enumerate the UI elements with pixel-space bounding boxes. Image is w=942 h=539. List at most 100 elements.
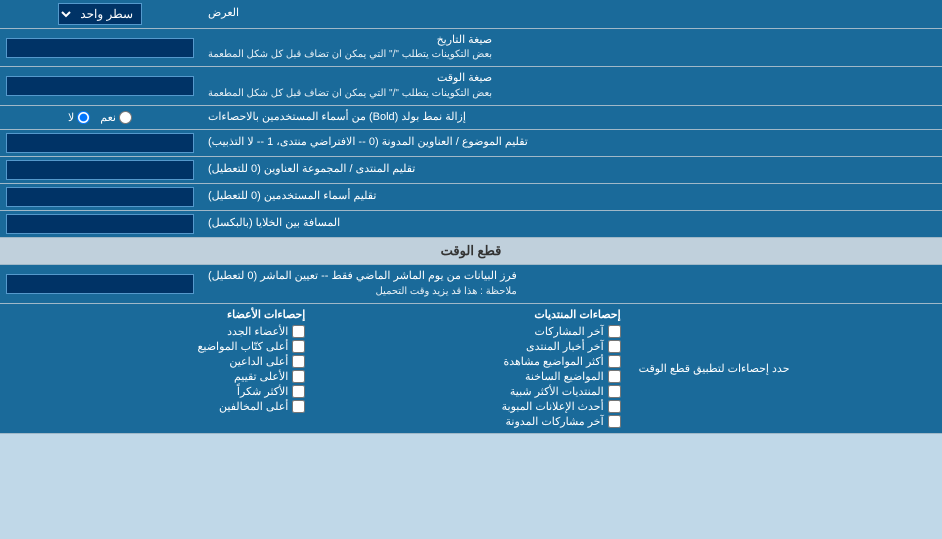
checkbox-most-viewed-input[interactable] [608,355,621,368]
checkbox-top-rated[interactable]: الأعلى تقييم [10,369,305,384]
checkbox-top-writers-input[interactable] [292,340,305,353]
cell-spacing-row: المسافة بين الخلايا (بالبكسل) 2 [0,211,942,238]
topics-order-text: تقليم الموضوع / العناوين المدونة (0 -- ا… [208,135,528,150]
checkbox-new-members[interactable]: الأعضاء الجدد [10,324,305,339]
users-trim-input[interactable]: 0 [0,184,200,210]
topics-order-row: تقليم الموضوع / العناوين المدونة (0 -- ا… [0,130,942,157]
checkbox-similar-forums-input[interactable] [608,385,621,398]
cutoff-filter-note: ملاحظة : هذا قد يزيد وقت التحميل [208,285,517,299]
cell-spacing-label: المسافة بين الخلايا (بالبكسل) [200,211,942,237]
checkbox-top-violators[interactable]: أعلى المخالفين [10,399,305,414]
checkbox-top-writers-label: أعلى كتّاب المواضيع [198,340,289,353]
checkboxes-col1: إحصاءات المنتديات آخر المشاركات آخر أخبا… [315,304,630,433]
checkbox-hot-topics-label: المواضيع الساخنة [525,370,604,383]
time-format-row: صيغة الوقت بعض التكوينات يتطلب "/" التي … [0,67,942,105]
checkbox-top-inviters[interactable]: أعلى الداعين [10,354,305,369]
checkbox-top-violators-input[interactable] [292,400,305,413]
checkboxes-section: حدد إحصاءات لتطبيق قطع الوقت إحصاءات الم… [0,304,942,434]
forum-order-input[interactable]: 33 [0,157,200,183]
bold-radio-group: نعم لا [0,106,200,129]
checkbox-blog-posts[interactable]: آخر مشاركات المدونة [325,414,620,429]
checkbox-top-rated-input[interactable] [292,370,305,383]
cell-spacing-input[interactable]: 2 [0,211,200,237]
date-format-field[interactable]: d-m [6,38,194,58]
checkbox-last-posts[interactable]: آخر المشاركات [325,324,620,339]
date-format-row: صيغة التاريخ بعض التكوينات يتطلب "/" الت… [0,29,942,67]
cutoff-filter-row: فرز البيانات من يوم الماشر الماضي فقط --… [0,265,942,303]
topics-order-input[interactable]: 33 [0,130,200,156]
topics-order-label: تقليم الموضوع / العناوين المدونة (0 -- ا… [200,130,942,156]
bold-no-label: لا [68,111,74,124]
time-format-input[interactable]: H:i [0,67,200,104]
checkbox-blog-posts-input[interactable] [608,415,621,428]
users-trim-text: تقليم أسماء المستخدمين (0 للتعطيل) [208,189,376,204]
forum-order-text: تقليم المنتدى / المجموعة العناوين (0 للت… [208,162,415,177]
time-format-note: بعض التكوينات يتطلب "/" التي يمكن ان تضا… [208,87,492,101]
checkbox-most-viewed-label: أكثر المواضيع مشاهدة [503,355,603,368]
checkbox-last-posts-input[interactable] [608,325,621,338]
checkbox-classifieds-input[interactable] [608,400,621,413]
col2-header: إحصاءات الأعضاء [10,308,305,324]
checkboxes-col2: إحصاءات الأعضاء الأعضاء الجدد أعلى كتّاب… [0,304,315,433]
checkbox-top-inviters-label: أعلى الداعين [229,355,288,368]
date-format-input[interactable]: d-m [0,29,200,66]
checkbox-last-posts-label: آخر المشاركات [535,325,604,338]
checkbox-top-inviters-input[interactable] [292,355,305,368]
forum-order-field[interactable]: 33 [6,160,194,180]
checkboxes-main-label: حدد إحصاءات لتطبيق قطع الوقت [631,304,942,433]
forum-order-label: تقليم المنتدى / المجموعة العناوين (0 للت… [200,157,942,183]
checkbox-new-members-input[interactable] [292,325,305,338]
cutoff-filter-label: فرز البيانات من يوم الماشر الماضي فقط --… [200,265,942,302]
bold-row: إزالة نمط بولد (Bold) من أسماء المستخدمي… [0,106,942,130]
forum-order-row: تقليم المنتدى / المجموعة العناوين (0 للت… [0,157,942,184]
time-format-field[interactable]: H:i [6,76,194,96]
checkbox-hot-topics-input[interactable] [608,370,621,383]
display-input[interactable]: سطر واحد سطرين ثلاثة أسطر [0,0,200,28]
cutoff-filter-input[interactable]: 0 [0,265,200,302]
checkbox-forum-news-label: آخر أخبار المنتدى [526,340,604,353]
bold-yes-radio[interactable] [119,111,132,124]
bold-yes-label: نعم [100,111,116,124]
bold-no-option[interactable]: لا [68,111,90,124]
users-trim-field[interactable]: 0 [6,187,194,207]
bold-no-radio[interactable] [77,111,90,124]
checkbox-top-rated-label: الأعلى تقييم [234,370,288,383]
checkbox-most-thanks-input[interactable] [292,385,305,398]
checkbox-top-violators-label: أعلى المخالفين [219,400,288,413]
checkbox-similar-forums[interactable]: المنتديات الأكثر شبية [325,384,620,399]
checkbox-classifieds[interactable]: أحدث الإعلانات المبوبة [325,399,620,414]
users-trim-label: تقليم أسماء المستخدمين (0 للتعطيل) [200,184,942,210]
display-title-text: العرض [208,6,239,21]
bold-label: إزالة نمط بولد (Bold) من أسماء المستخدمي… [200,106,942,129]
cutoff-filter-field[interactable]: 0 [6,274,194,294]
checkbox-forum-news-input[interactable] [608,340,621,353]
checkbox-classifieds-label: أحدث الإعلانات المبوبة [502,400,604,413]
time-format-label: صيغة الوقت بعض التكوينات يتطلب "/" التي … [200,67,942,104]
bold-label-text: إزالة نمط بولد (Bold) من أسماء المستخدمي… [208,110,466,125]
cutoff-section-header: قطع الوقت [0,238,942,265]
topics-order-field[interactable]: 33 [6,133,194,153]
cutoff-filter-text: فرز البيانات من يوم الماشر الماضي فقط --… [208,269,517,284]
display-label: العرض [200,0,942,28]
cutoff-title-text: قطع الوقت [441,243,502,258]
checkbox-most-thanks[interactable]: الأكثر شكراً [10,384,305,399]
checkbox-hot-topics[interactable]: المواضيع الساخنة [325,369,620,384]
users-trim-row: تقليم أسماء المستخدمين (0 للتعطيل) 0 [0,184,942,211]
date-format-note: بعض التكوينات يتطلب "/" التي يمكن ان تضا… [208,48,492,62]
display-row: العرض سطر واحد سطرين ثلاثة أسطر [0,0,942,29]
checkbox-similar-forums-label: المنتديات الأكثر شبية [510,385,604,398]
checkbox-blog-posts-label: آخر مشاركات المدونة [506,415,604,428]
checkbox-new-members-label: الأعضاء الجدد [227,325,288,338]
time-format-title: صيغة الوقت [208,71,492,86]
display-select[interactable]: سطر واحد سطرين ثلاثة أسطر [58,3,142,25]
checkbox-top-writers[interactable]: أعلى كتّاب المواضيع [10,339,305,354]
checkbox-forum-news[interactable]: آخر أخبار المنتدى [325,339,620,354]
date-format-title: صيغة التاريخ [208,33,492,48]
bold-yes-option[interactable]: نعم [100,111,132,124]
checkbox-most-thanks-label: الأكثر شكراً [237,385,288,398]
checkbox-most-viewed[interactable]: أكثر المواضيع مشاهدة [325,354,620,369]
checkboxes-section-title: حدد إحصاءات لتطبيق قطع الوقت [639,362,790,375]
col1-header: إحصاءات المنتديات [325,308,620,324]
cell-spacing-text: المسافة بين الخلايا (بالبكسل) [208,216,340,231]
cell-spacing-field[interactable]: 2 [6,214,194,234]
